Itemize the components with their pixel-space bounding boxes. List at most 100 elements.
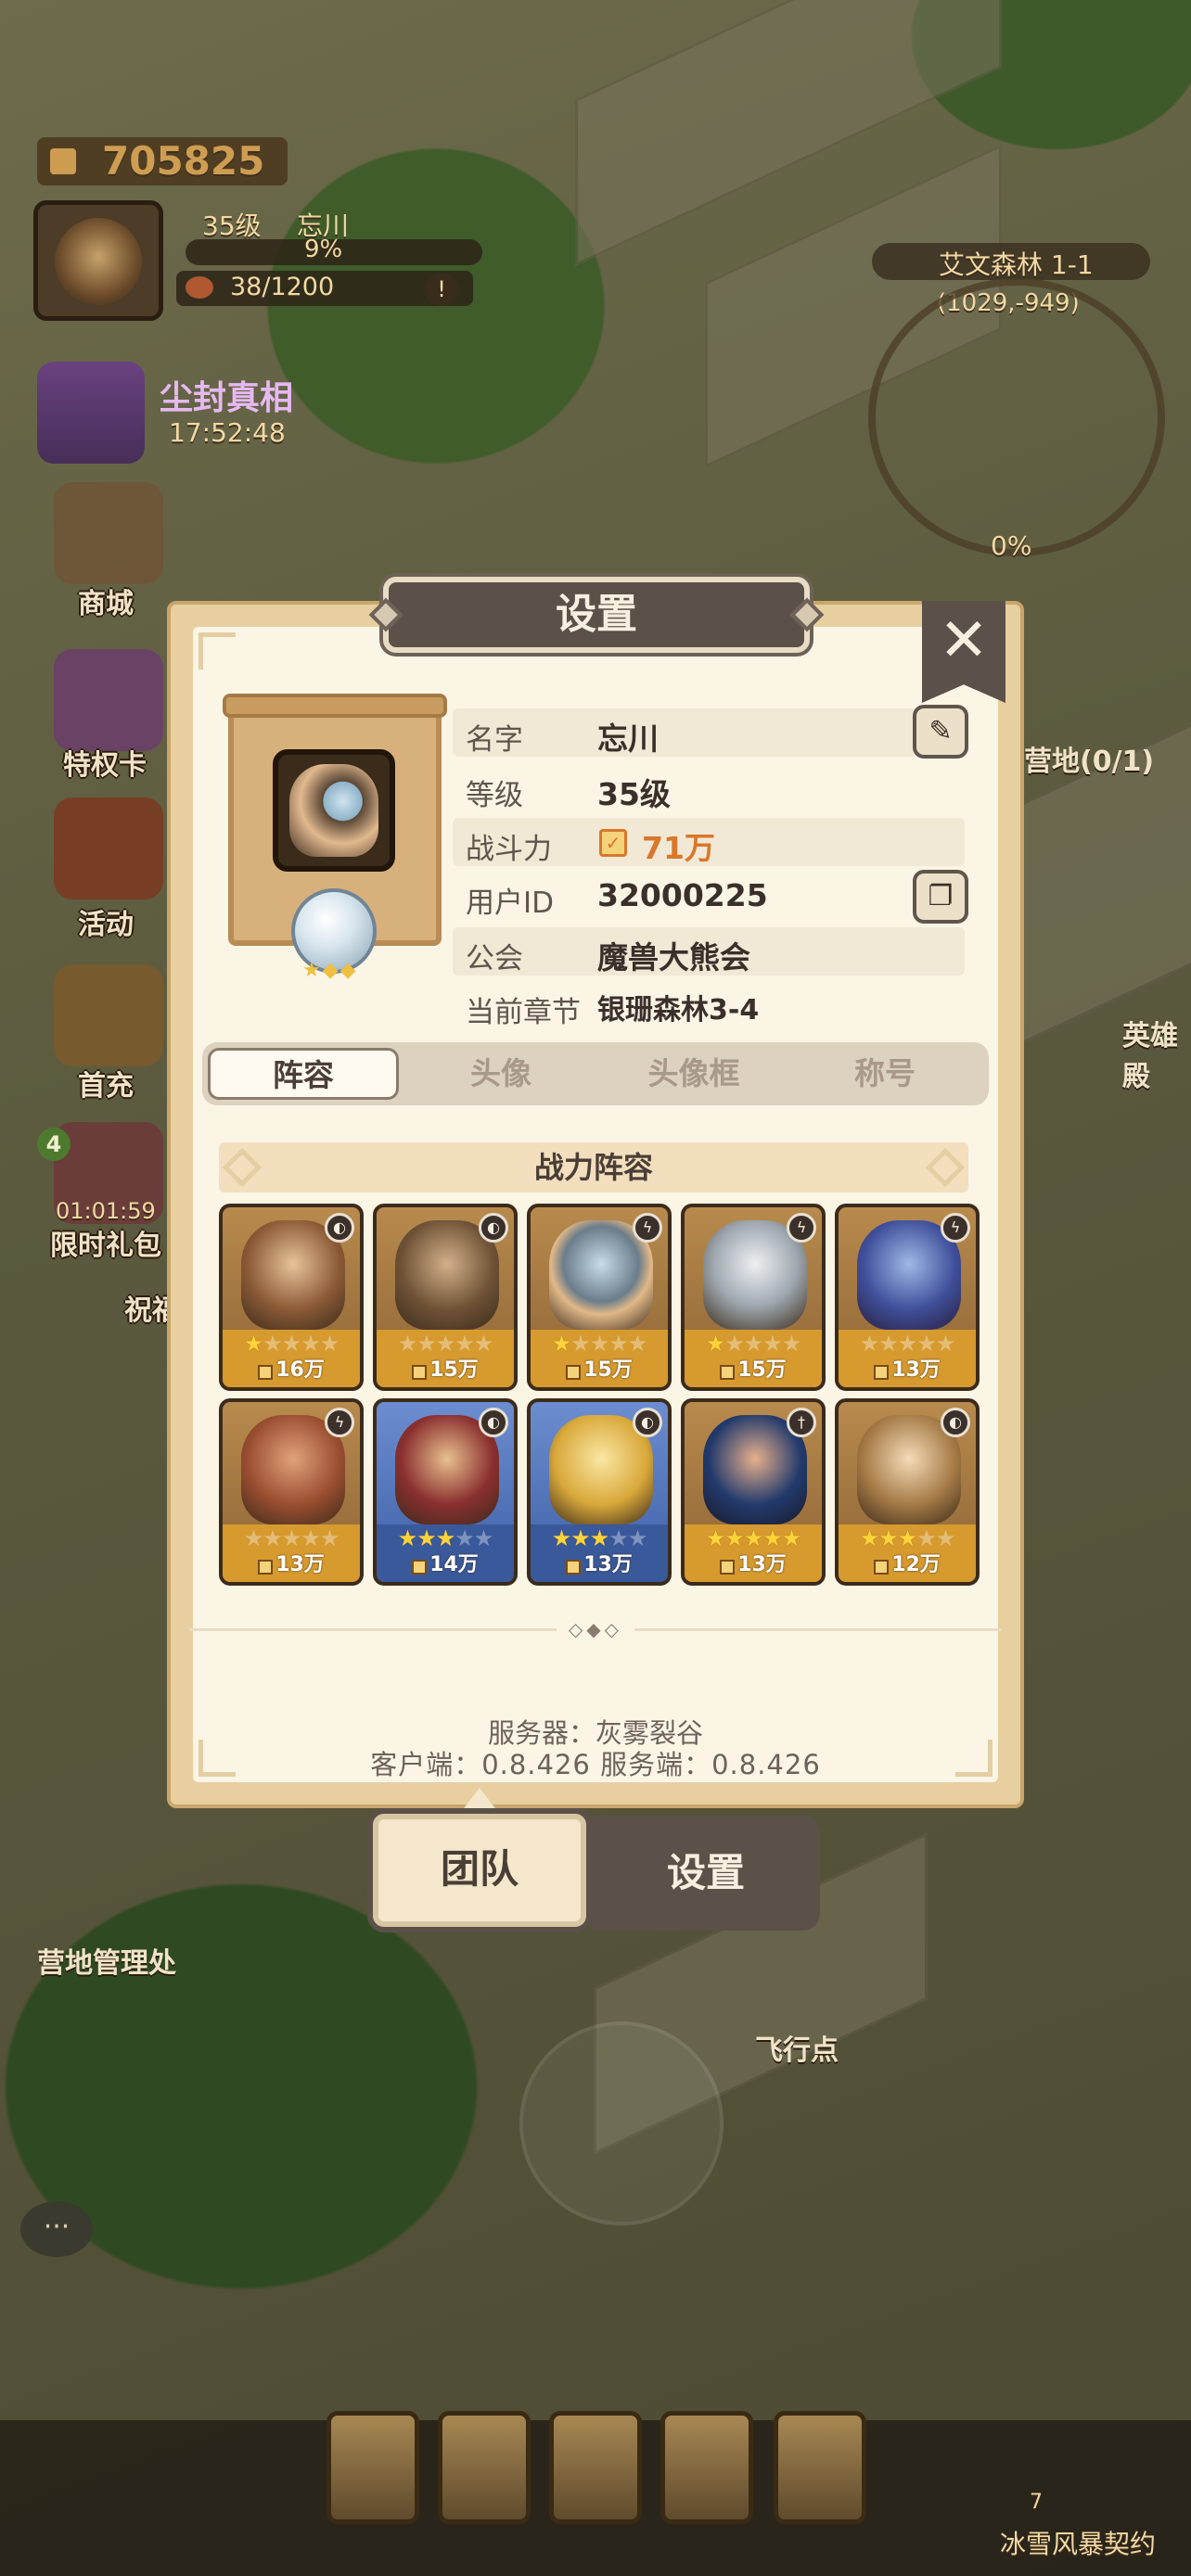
side-menu-privilege-label: 特权卡 (63, 749, 147, 782)
chat-icon[interactable]: ··· (20, 2201, 93, 2257)
star-filled-icon: ★ (878, 1525, 898, 1551)
star-empty-icon: ★ (608, 1331, 628, 1357)
hero-stars: ★★★★★ (839, 1524, 976, 1552)
info-row-guild: 公会 魔兽大熊会 (453, 927, 965, 976)
hero-card[interactable]: ϟ ★★★★★ 13万 (835, 1204, 980, 1391)
power-icon (720, 1364, 736, 1380)
bottom-hero-slot[interactable] (438, 2411, 531, 2524)
bottom-tab-team[interactable]: 团队 (367, 1808, 592, 1932)
user-id-label: 用户ID (466, 886, 555, 920)
bottom-hero-slot[interactable] (774, 2411, 866, 2524)
hero-card[interactable]: ϟ ★★★★★ 15万 (681, 1204, 826, 1391)
star-empty-icon: ★ (301, 1331, 320, 1357)
zone-name: 艾文森林 1-1 (939, 249, 1094, 280)
hero-stars: ★★★★★ (531, 1330, 668, 1358)
hero-card[interactable]: ϟ ★★★★★ 15万 (527, 1204, 672, 1391)
shield-class-icon: ◐ (941, 1408, 970, 1437)
bottom-hero-slot[interactable] (327, 2411, 419, 2524)
wing-class-icon: ϟ (325, 1408, 354, 1437)
chapter-value: 银珊森林3-4 (597, 994, 760, 1027)
tab-lineup[interactable]: 阵容 (208, 1048, 399, 1100)
hero-stars: ★★★★★ (377, 1330, 514, 1358)
gift-timer: 01:01:59 (56, 1198, 156, 1224)
copy-id-button[interactable]: ❐ (913, 870, 968, 924)
sword-class-icon: † (787, 1408, 816, 1437)
power-icon: ✓ (599, 829, 627, 857)
power-icon (258, 1364, 274, 1380)
hero-stars: ★★★★★ (223, 1524, 360, 1552)
star-empty-icon: ★ (916, 1331, 936, 1357)
hero-card[interactable]: † ★★★★★ 13万 (681, 1398, 826, 1586)
hero-card[interactable]: ◐ ★★★★★ 13万 (527, 1398, 672, 1586)
bottom-event-label[interactable]: 冰雪风暴契约 (1000, 2524, 1156, 2561)
star-empty-icon: ★ (935, 1525, 955, 1551)
chapter-label: 当前章节 (466, 996, 581, 1029)
hero-power-value: 13万 (583, 1553, 633, 1576)
shield-class-icon: ◐ (325, 1213, 354, 1243)
star-empty-icon: ★ (627, 1331, 647, 1357)
alert-icon[interactable]: ! (425, 273, 458, 306)
shop-button[interactable] (54, 482, 163, 584)
profile-tab-bar: 阵容 头像 头像框 称号 (202, 1042, 989, 1105)
hero-power-value: 13万 (891, 1358, 941, 1382)
tab-title[interactable]: 称号 (792, 1042, 978, 1105)
star-empty-icon: ★ (319, 1525, 339, 1551)
food-count: 38/1200 (230, 273, 335, 301)
hero-card[interactable]: ◐ ★★★★★ 15万 (373, 1204, 518, 1391)
bottom-hero-slot[interactable] (660, 2411, 753, 2524)
star-filled-icon: ★ (589, 1525, 609, 1551)
power-icon (874, 1559, 890, 1575)
version-info: 客户端：0.8.426 服务端：0.8.426 (370, 1749, 821, 1780)
hero-stars: ★★★★★ (377, 1524, 514, 1552)
star-filled-icon: ★ (397, 1525, 417, 1551)
star-filled-icon: ★ (570, 1525, 590, 1551)
minimap[interactable] (868, 278, 1165, 556)
power-icon (412, 1559, 428, 1575)
level-label: 等级 (466, 779, 523, 812)
star-empty-icon: ★ (473, 1525, 493, 1551)
power-icon (50, 148, 76, 174)
power-icon (412, 1364, 428, 1380)
hero-stat-strip: ★★★★★ 13万 (531, 1524, 668, 1582)
activity-button[interactable] (54, 797, 163, 899)
hero-card[interactable]: ◐ ★★★★★ 12万 (835, 1398, 980, 1586)
star-filled-icon: ★ (724, 1525, 744, 1551)
hero-card[interactable]: ◐ ★★★★★ 16万 (219, 1204, 364, 1391)
tab-avatar-frame[interactable]: 头像框 (601, 1042, 787, 1105)
side-menu-first-recharge-label: 首充 (78, 1070, 134, 1103)
camp-label: 营地(0/1) (1024, 746, 1155, 778)
hero-card[interactable]: ◐ ★★★★★ 14万 (373, 1398, 518, 1586)
event-name[interactable]: 尘封真相 (160, 371, 293, 419)
star-empty-icon: ★ (281, 1525, 301, 1551)
star-empty-icon: ★ (397, 1331, 417, 1357)
corner-ornament (198, 632, 236, 670)
name-label: 名字 (466, 723, 523, 757)
banner-rod (223, 694, 447, 718)
star-filled-icon: ★ (897, 1525, 917, 1551)
avatar (55, 218, 142, 305)
player-avatar-button[interactable] (33, 200, 163, 321)
hero-stat-strip: ★★★★★ 13万 (839, 1330, 976, 1387)
tab-avatar[interactable]: 头像 (408, 1042, 594, 1105)
star-filled-icon: ★ (435, 1525, 455, 1551)
star-empty-icon: ★ (916, 1525, 936, 1551)
guild-label: 公会 (466, 942, 523, 976)
star-empty-icon: ★ (935, 1331, 955, 1357)
hero-power-row: 13万 (685, 1552, 822, 1580)
hero-power-row: 13万 (223, 1552, 360, 1580)
star-empty-icon: ★ (319, 1331, 339, 1357)
profile-avatar[interactable] (273, 749, 395, 872)
first-recharge-button[interactable] (54, 964, 163, 1066)
bottom-hero-slot[interactable] (549, 2411, 642, 2524)
event-icon[interactable] (37, 362, 145, 464)
star-filled-icon: ★ (551, 1331, 571, 1357)
level-value: 35级 (597, 776, 671, 812)
hero-card[interactable]: ϟ ★★★★★ 13万 (219, 1398, 364, 1586)
star-empty-icon: ★ (570, 1331, 590, 1357)
star-empty-icon: ★ (435, 1331, 455, 1357)
hero-stat-strip: ★★★★★ 15万 (685, 1330, 822, 1387)
virtual-joystick[interactable] (519, 2021, 724, 2225)
privilege-card-button[interactable] (54, 649, 163, 751)
edit-name-button[interactable]: ✎ (913, 705, 968, 759)
bottom-tab-settings[interactable]: 设置 (592, 1816, 820, 1931)
